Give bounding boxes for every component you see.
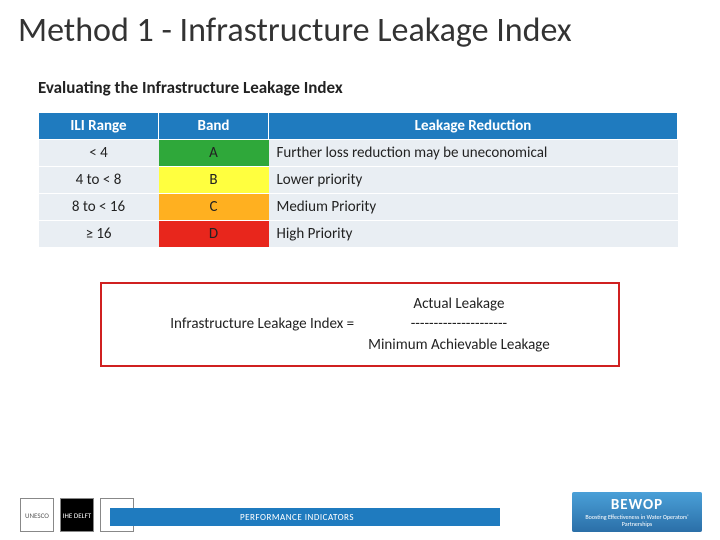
table-row: 4 to < 8 B Lower priority — [39, 167, 678, 194]
footer: UNESCO IHE DELFT PERFORMANCE INDICATORS … — [0, 484, 720, 540]
cell-band: C — [159, 194, 269, 221]
cell-band: A — [159, 140, 269, 167]
cell-range: < 4 — [39, 140, 159, 167]
bewop-main: BEWOP — [611, 496, 663, 514]
th-desc: Leakage Reduction — [269, 113, 678, 140]
bewop-logo: BEWOP Boosting Effectiveness in Water Op… — [572, 492, 702, 532]
table-row: < 4 A Further loss reduction may be unec… — [39, 140, 678, 167]
cell-band: B — [159, 167, 269, 194]
cell-range: 8 to < 16 — [39, 194, 159, 221]
th-range: ILI Range — [39, 113, 159, 140]
cell-desc: High Priority — [269, 221, 678, 248]
th-band: Band — [159, 113, 269, 140]
formula-numerator: Actual Leakage — [368, 294, 550, 314]
formula-denominator: Minimum Achievable Leakage — [368, 335, 550, 355]
bewop-sub: Boosting Effectiveness in Water Operator… — [572, 514, 702, 527]
cell-range: ≥ 16 — [39, 221, 159, 248]
ihe-logo: IHE DELFT — [60, 498, 94, 532]
formula-fraction: Actual Leakage --------------------- Min… — [368, 294, 550, 355]
unesco-logo: UNESCO — [20, 498, 54, 532]
table-row: ≥ 16 D High Priority — [39, 221, 678, 248]
footer-caption: PERFORMANCE INDICATORS — [240, 512, 354, 523]
table-row: 8 to < 16 C Medium Priority — [39, 194, 678, 221]
formula-divider: --------------------- — [368, 314, 550, 334]
subtitle: Evaluating the Infrastructure Leakage In… — [0, 57, 720, 112]
cell-desc: Medium Priority — [269, 194, 678, 221]
cell-band: D — [159, 221, 269, 248]
cell-range: 4 to < 8 — [39, 167, 159, 194]
page-title: Method 1 - Infrastructure Leakage Index — [0, 0, 720, 57]
ili-table: ILI Range Band Leakage Reduction < 4 A F… — [38, 112, 678, 248]
cell-desc: Lower priority — [269, 167, 678, 194]
cell-desc: Further loss reduction may be uneconomic… — [269, 140, 678, 167]
formula-box: Infrastructure Leakage Index = Actual Le… — [100, 282, 620, 367]
formula-lhs: Infrastructure Leakage Index = — [170, 315, 354, 333]
footer-bar: PERFORMANCE INDICATORS — [110, 508, 500, 526]
